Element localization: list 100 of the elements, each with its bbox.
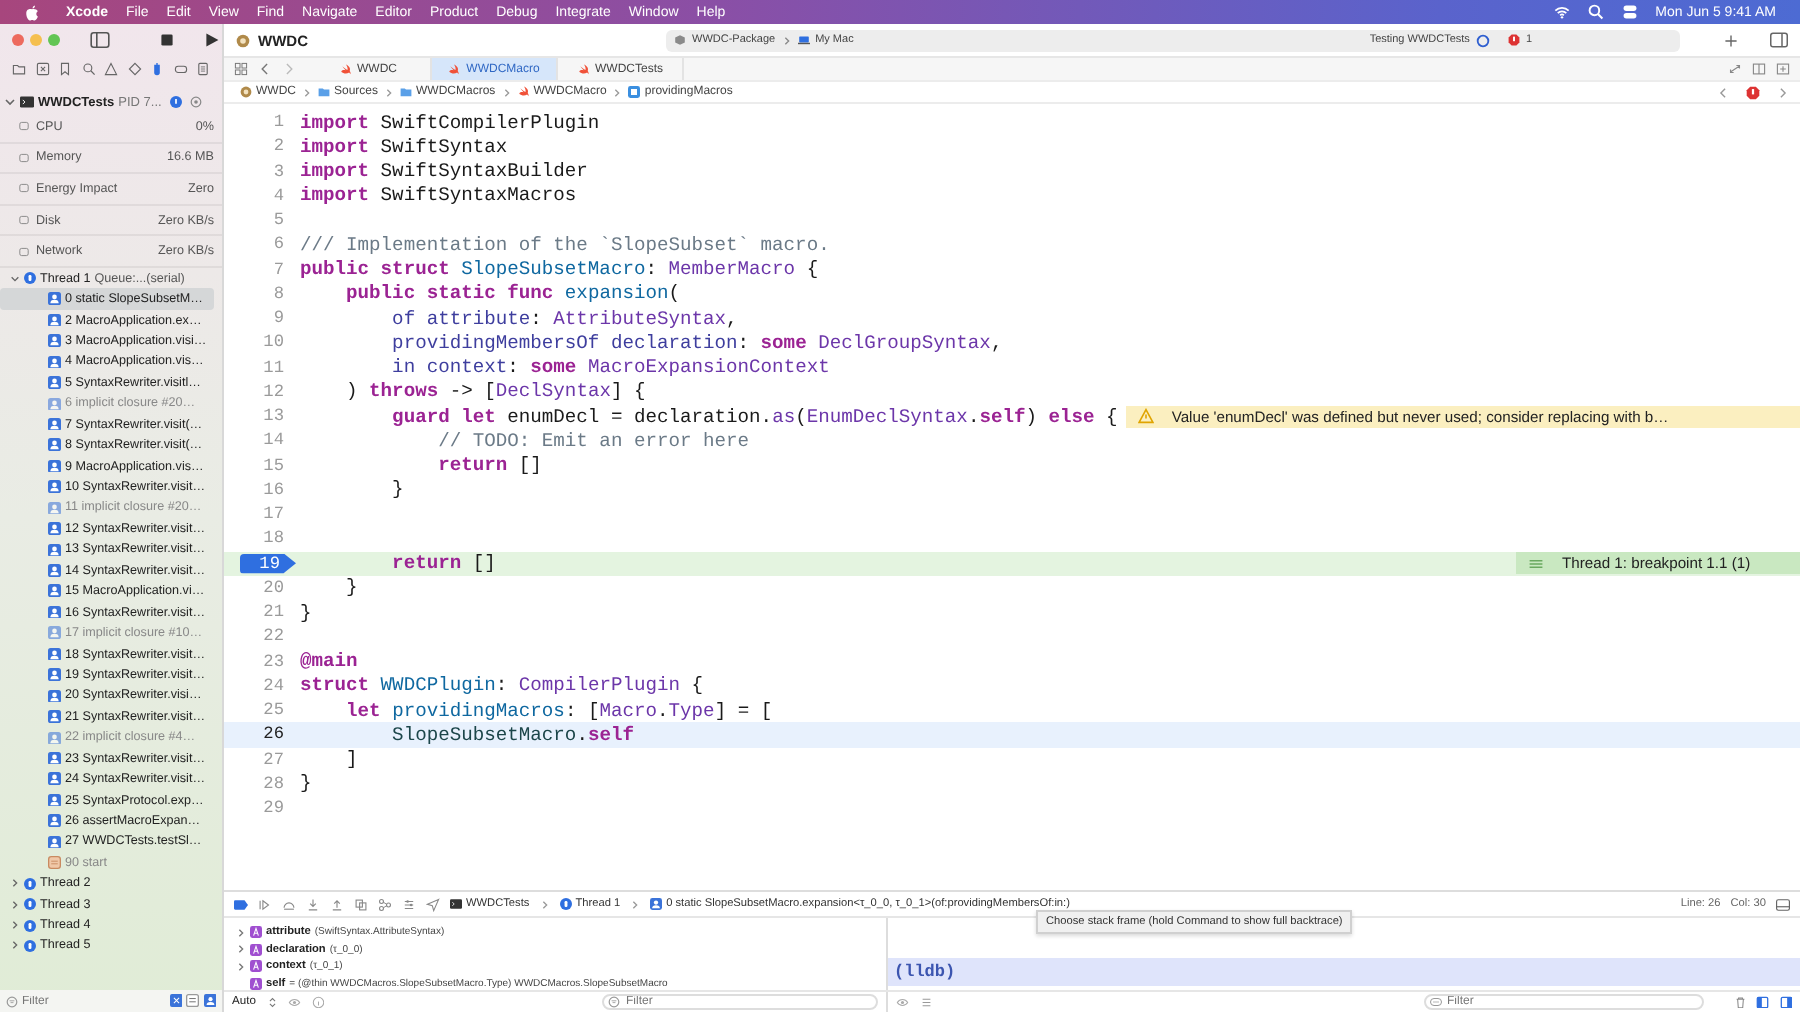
- trash-icon[interactable]: [1733, 995, 1746, 1009]
- sidebar-toggle-icon[interactable]: [90, 32, 110, 48]
- grid-icon[interactable]: [234, 62, 248, 76]
- error-icon[interactable]: [1746, 85, 1760, 99]
- warning-icon[interactable]: [104, 61, 118, 75]
- swap-icon[interactable]: [1728, 62, 1742, 76]
- breakpoints-toggle-icon[interactable]: [234, 897, 248, 911]
- console-prompt[interactable]: (lldb): [888, 958, 1800, 986]
- person-icon: [48, 751, 61, 765]
- warning-icon: [1137, 408, 1154, 425]
- line-number: 1: [273, 112, 284, 133]
- person-icon: [48, 605, 61, 619]
- disclosure-icon[interactable]: [10, 878, 20, 889]
- panel-right-icon[interactable]: [1779, 995, 1792, 1009]
- view-hierarchy-icon[interactable]: [354, 897, 368, 911]
- person-icon: [48, 376, 61, 390]
- close-button[interactable]: [12, 34, 24, 46]
- line-number: 4: [273, 185, 284, 206]
- line-number: 23: [263, 651, 284, 672]
- disclosure-icon[interactable]: [236, 944, 246, 955]
- toggles-icon[interactable]: [1621, 4, 1638, 20]
- split-editor-icon[interactable]: [1752, 62, 1766, 76]
- person-icon: [48, 438, 61, 452]
- person-icon: [48, 292, 61, 306]
- person-icon: [48, 397, 61, 411]
- back-icon[interactable]: [258, 62, 272, 76]
- disclosure-icon[interactable]: [4, 96, 16, 108]
- person-icon: [48, 689, 61, 703]
- terminal-icon: [20, 96, 34, 108]
- code-line: import SwiftCompilerPlugin: [298, 111, 600, 134]
- step-out-icon[interactable]: [330, 897, 344, 911]
- bookmark-icon[interactable]: [58, 61, 72, 75]
- step-into-icon[interactable]: [306, 897, 320, 911]
- code-line: ) throws -> [DeclSyntax] {: [344, 380, 646, 403]
- gauge-icon[interactable]: [169, 96, 182, 108]
- code-line: ]: [344, 748, 358, 771]
- progress-icon: [1475, 33, 1490, 47]
- stop-icon[interactable]: [160, 32, 174, 48]
- add-icon[interactable]: [1724, 33, 1738, 47]
- code-line: providingMembersOf declaration: some DeclGroupSyntax,: [390, 331, 1003, 354]
- gauge-icon: [18, 245, 30, 258]
- gear-icon[interactable]: [189, 96, 202, 108]
- property-icon: [628, 86, 641, 98]
- filter-toggle-icon[interactable]: [186, 994, 199, 1008]
- folder-icon[interactable]: [12, 61, 26, 75]
- breakpoint-marker[interactable]: 19: [239, 553, 296, 574]
- tag-icon[interactable]: [173, 61, 187, 75]
- line-number: 21: [263, 602, 284, 623]
- chevron-icon: [630, 899, 641, 909]
- next-issue-icon[interactable]: [1776, 85, 1790, 99]
- environment-icon[interactable]: [919, 995, 932, 1009]
- document-icon[interactable]: [196, 61, 210, 75]
- disclosure-icon[interactable]: [10, 920, 20, 931]
- apple-icon[interactable]: [24, 3, 40, 21]
- environment-icon[interactable]: [402, 897, 416, 911]
- panel-left-icon[interactable]: [1756, 995, 1769, 1009]
- add-editor-icon[interactable]: [1776, 62, 1790, 76]
- previous-issue-icon[interactable]: [1716, 85, 1730, 99]
- search-icon[interactable]: [81, 61, 95, 75]
- error-icon[interactable]: [1507, 34, 1520, 46]
- code-line: struct WWDCPlugin: CompilerPlugin {: [298, 674, 704, 697]
- gauge-icon: [18, 214, 30, 227]
- wifi-icon[interactable]: [1553, 4, 1570, 20]
- line-number: 28: [263, 773, 284, 794]
- disclosure-icon[interactable]: [10, 899, 20, 910]
- info-icon[interactable]: [311, 995, 325, 1009]
- up-down-icon[interactable]: [265, 995, 279, 1009]
- disclosure-icon[interactable]: [236, 927, 246, 938]
- location-arrow-icon[interactable]: [426, 897, 440, 911]
- person-icon: [48, 543, 61, 557]
- memory-graph-icon[interactable]: [378, 897, 392, 911]
- disclosure-icon[interactable]: [10, 273, 20, 284]
- filter-toggle-icon[interactable]: [203, 994, 216, 1008]
- thread-icon: [559, 898, 572, 910]
- disclosure-icon[interactable]: [10, 940, 20, 951]
- laptop-icon: [797, 34, 810, 46]
- variable-icon: [250, 977, 262, 990]
- source-control-icon[interactable]: [35, 61, 49, 75]
- eye-icon[interactable]: [288, 995, 302, 1009]
- debug-icon[interactable]: [150, 61, 164, 75]
- filter-icon: [6, 995, 18, 1007]
- run-icon[interactable]: [204, 32, 220, 48]
- step-over-icon[interactable]: [282, 897, 296, 911]
- continue-icon[interactable]: [258, 897, 272, 911]
- disclosure-icon[interactable]: [236, 961, 246, 972]
- code-line: import SwiftSyntaxMacros: [298, 184, 577, 207]
- person-icon: [48, 313, 61, 327]
- search-icon[interactable]: [1587, 4, 1604, 20]
- code-line: return []: [436, 454, 542, 477]
- package-icon: [236, 33, 250, 47]
- panel-toggle-icon[interactable]: [1776, 897, 1790, 911]
- inspector-toggle-icon[interactable]: [1770, 32, 1788, 48]
- code-line: import SwiftSyntaxBuilder: [298, 160, 588, 183]
- code-line: // TODO: Emit an error here: [436, 429, 750, 452]
- variable-icon: [250, 926, 262, 939]
- eye-icon[interactable]: [896, 995, 909, 1009]
- diamond-icon[interactable]: [127, 61, 141, 75]
- gauge-icon: [18, 120, 30, 133]
- line-number: 8: [273, 283, 284, 304]
- code-line: in context: some MacroExpansionContext: [390, 356, 830, 379]
